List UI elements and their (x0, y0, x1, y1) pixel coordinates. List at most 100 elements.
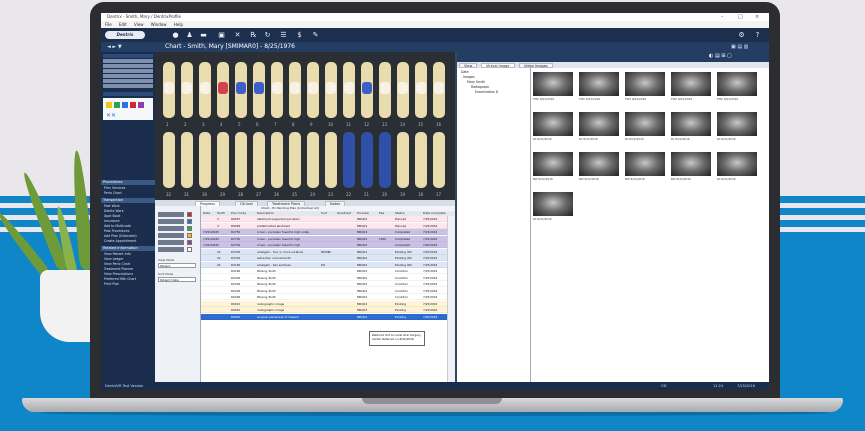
nav-item-create-appointment[interactable]: Create Appointment (104, 239, 154, 243)
lower-tooth[interactable] (433, 132, 445, 188)
lower-tooth[interactable] (235, 132, 247, 188)
nav-item-perio-chart[interactable]: Perio Chart (104, 191, 154, 195)
lower-tooth[interactable] (271, 132, 283, 188)
xray-thumbnail[interactable]: PA 8/22/2016 (671, 112, 711, 142)
table-row[interactable]: 22 D2330 amalgam - four or more surfaces MO… (201, 248, 455, 255)
lower-tooth[interactable] (361, 132, 373, 188)
table-row[interactable]: D0290 Missing Tooth MRQ04 Condition 7/25/201… (201, 294, 455, 300)
nav-item-post-work[interactable]: Post Work (104, 204, 154, 208)
tree-date[interactable]: Date (461, 70, 469, 74)
filter-color-swatch[interactable] (187, 226, 192, 231)
menu-view[interactable]: View (134, 22, 144, 27)
nav-item-delete-work[interactable]: Delete Work (104, 209, 154, 213)
nav-option-bar[interactable] (103, 64, 153, 68)
tree-images[interactable]: Images (463, 75, 475, 79)
tree-patient[interactable]: Mary Smith (467, 80, 485, 84)
table-row[interactable]: 7/25/2016 3 D2750 crown - porcelain fused t… (201, 229, 455, 235)
grid-scrollbar[interactable] (447, 216, 455, 382)
table-row[interactable]: 7/25/2016 3 D2750 crown - porcelain fused t… (201, 242, 455, 248)
table-row[interactable]: D6010 radiographic image MRQ04 Existing 7/25… (201, 307, 455, 313)
table-row[interactable]: 7/25/2016 3 D2750 crown - porcelain fused t… (201, 235, 455, 242)
xray-thumbnail[interactable]: FMX 8/22/2016 (671, 72, 711, 102)
tree-radiograph[interactable]: Radiograph (471, 85, 489, 89)
ledger-icon[interactable]: ☰ (279, 31, 288, 39)
table-row[interactable]: D6010 radiographic image MRQ04 Existing 7/25… (201, 300, 455, 307)
nav-item-print-plan[interactable]: Print Plan (104, 282, 154, 286)
lower-tooth[interactable] (289, 132, 301, 188)
xray-thumbnail[interactable]: BW 8/22/2016 (579, 152, 619, 182)
lower-tooth[interactable] (181, 132, 193, 188)
view-mode-select[interactable]: Patient (158, 263, 196, 268)
nav-item-add-multicode[interactable]: Add to Multicode (104, 224, 154, 228)
prescription-icon[interactable]: ℞ (249, 31, 258, 39)
nav-option-bar[interactable] (103, 79, 153, 83)
filter-color-swatch[interactable] (187, 247, 192, 252)
table-row[interactable]: D0290 Missing Tooth MRQ04 Condition 7/25/201… (201, 287, 455, 294)
menu-window[interactable]: Window (151, 22, 167, 27)
filter-color-swatch[interactable] (187, 212, 192, 217)
dollar-icon[interactable]: $ (295, 31, 304, 39)
sort-mode-select[interactable]: Patient Date (158, 277, 196, 282)
xray-thumbnail[interactable]: FMX 8/22/2016 (579, 72, 619, 102)
filter-button[interactable] (158, 240, 184, 245)
xray-thumbnail[interactable]: FMX 8/22/2016 (717, 72, 757, 102)
lower-tooth[interactable] (379, 132, 391, 188)
lower-tooth[interactable] (397, 132, 409, 188)
filter-color-swatch[interactable] (187, 219, 192, 224)
nav-item-perio[interactable]: View Perio Chart (104, 262, 154, 266)
refresh-icon[interactable]: ↻ (263, 31, 272, 39)
nav-section-related[interactable]: Related Information (101, 246, 155, 251)
settings-icon[interactable]: ⚙ (737, 31, 746, 39)
xray-thumbnail[interactable]: FMX 8/22/2016 (533, 72, 573, 102)
nav-section-transaction[interactable]: Transaction (101, 198, 155, 203)
lower-tooth[interactable] (307, 132, 319, 188)
xray-thumbnail[interactable]: PA 8/22/2016 (625, 112, 665, 142)
xray-thumbnail[interactable]: BW 8/22/2016 (625, 152, 665, 182)
nav-option-bar[interactable] (103, 59, 153, 63)
table-row[interactable]: D6010 surgical placement of implant MRQ04 E… (201, 313, 455, 320)
menu-file[interactable]: File (105, 22, 112, 27)
menu-edit[interactable]: Edit (119, 22, 127, 27)
nav-section-procedures[interactable]: Procedures (101, 180, 155, 185)
filter-color-swatch[interactable] (187, 233, 192, 238)
minimize-icon[interactable]: – (721, 13, 724, 21)
maximize-icon[interactable]: □ (738, 13, 743, 21)
lower-tooth[interactable] (199, 132, 211, 188)
nav-option-bar[interactable] (103, 74, 153, 78)
nav-item-patient-info[interactable]: View Patient Info (104, 252, 154, 256)
nav-option-bar[interactable] (103, 69, 153, 73)
nav-arrows-icon[interactable]: ◄ ► ▼ (107, 42, 122, 52)
xray-thumbnail[interactable]: PA 8/22/2016 (717, 112, 757, 142)
family-icon[interactable]: ♟ (185, 31, 194, 39)
table-row[interactable]: D0290 Missing Tooth MRQ04 Condition 7/25/201… (201, 274, 455, 281)
xray-thumbnail[interactable]: FMX 8/22/2016 (625, 72, 665, 102)
tools-icon[interactable]: ✕ (233, 31, 242, 39)
nav-option-bar[interactable] (103, 84, 153, 88)
condition-palette[interactable]: ✕✕ (103, 98, 153, 120)
lower-tooth[interactable] (343, 132, 355, 188)
nav-item-ledger[interactable]: View Ledger (104, 257, 154, 261)
nav-item-add-plan[interactable]: Add Plan (Extended) (104, 234, 154, 238)
table-row[interactable]: 22 D2160 amalgam - two surfaces DO MRQ04 Exis… (201, 261, 455, 268)
folder-icon[interactable]: ▬ (199, 31, 208, 39)
chart-icon[interactable]: ✎ (311, 31, 320, 39)
nav-item-post-procedures[interactable]: Post Procedures (104, 229, 154, 233)
table-row[interactable]: D0290 Missing Tooth MRQ04 Condition 7/25/201… (201, 281, 455, 287)
user-icon[interactable]: ● (171, 31, 180, 39)
print-icon[interactable]: ▣ (217, 31, 226, 39)
xray-thumbnail[interactable]: PA 8/22/2016 (533, 192, 573, 222)
lower-tooth[interactable] (217, 132, 229, 188)
help-icon[interactable]: ? (753, 31, 762, 39)
dental-chart[interactable]: 1 2 3 4 5 6 7 8 9 10 11 12 13 14 15 16 32 31 30 29 28 27 26 25… (155, 52, 455, 200)
nav-item-prev-services[interactable]: Prev Services (104, 186, 154, 190)
xray-thumbnail[interactable]: BW 8/22/2016 (533, 152, 573, 182)
nav-item-treatment-planner[interactable]: Treatment Planner (104, 267, 154, 271)
tree-exam[interactable]: Examination 8 (475, 90, 498, 94)
filter-button[interactable] (158, 219, 184, 224)
filter-color-swatch[interactable] (187, 240, 192, 245)
lower-tooth[interactable] (163, 132, 175, 188)
nav-item-insurance[interactable]: Insurance (104, 219, 154, 223)
menu-help[interactable]: Help (174, 22, 183, 27)
filter-button[interactable] (158, 247, 184, 252)
imaging-tools-icons[interactable]: ◐ ▤ ⊞ ▢ (709, 53, 732, 59)
